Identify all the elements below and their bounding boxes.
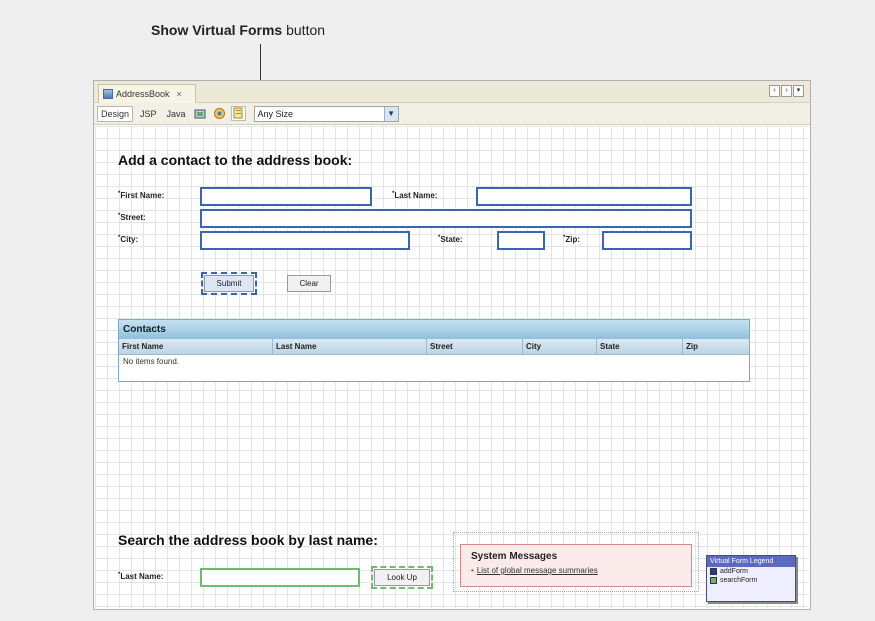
look-up-button[interactable]: Look Up bbox=[371, 566, 433, 589]
virtual-form-legend[interactable]: Virtual Form Legend addForm searchForm bbox=[706, 555, 796, 602]
search-last-name-label: *Last Name: bbox=[118, 572, 164, 581]
editor-toolbar: Design JSP Java Any Size ▼ bbox=[94, 103, 810, 125]
show-virtual-forms-icon[interactable] bbox=[230, 106, 246, 121]
column-street[interactable]: Street bbox=[427, 339, 523, 354]
column-last-name[interactable]: Last Name bbox=[273, 339, 427, 354]
add-contact-heading: Add a contact to the address book: bbox=[118, 152, 353, 168]
tab-addressbook[interactable]: AddressBook × bbox=[98, 84, 196, 103]
annotation-bold-text: Show Virtual Forms bbox=[151, 22, 283, 38]
system-messages-panel: System Messages • List of global message … bbox=[460, 544, 692, 587]
submit-button[interactable]: Submit bbox=[201, 272, 257, 295]
street-field[interactable] bbox=[200, 209, 692, 228]
searchform-swatch-icon bbox=[710, 577, 717, 584]
annotation-text: button bbox=[282, 22, 326, 38]
legend-item: searchForm bbox=[707, 576, 795, 585]
table-empty-message: No items found. bbox=[123, 357, 180, 366]
first-name-label: *First Name: bbox=[118, 191, 165, 200]
preview-icon[interactable] bbox=[193, 106, 208, 121]
search-heading: Search the address book by last name: bbox=[118, 532, 378, 548]
tab-bar: AddressBook × ‹ › ▾ bbox=[94, 81, 810, 103]
system-messages-title: System Messages bbox=[471, 551, 558, 562]
scroll-left-icon[interactable]: ‹ bbox=[769, 85, 780, 97]
window-controls: ‹ › ▾ bbox=[769, 85, 804, 97]
city-field[interactable] bbox=[200, 231, 410, 250]
scroll-right-icon[interactable]: › bbox=[781, 85, 792, 97]
state-field[interactable] bbox=[497, 231, 545, 250]
zip-label: *Zip: bbox=[563, 235, 581, 244]
view-jsp-button[interactable]: JSP bbox=[137, 107, 160, 121]
table-header-row: First Name Last Name Street City State Z… bbox=[119, 339, 749, 355]
tab-title: AddressBook bbox=[116, 89, 170, 99]
first-name-field[interactable] bbox=[200, 187, 372, 206]
design-canvas[interactable]: Add a contact to the address book: *Firs… bbox=[95, 126, 809, 608]
system-messages-item: • List of global message summaries bbox=[471, 566, 598, 575]
legend-title: Virtual Form Legend bbox=[707, 556, 795, 567]
annotation-callout: Show Virtual Forms button bbox=[151, 22, 325, 38]
zip-field[interactable] bbox=[602, 231, 692, 250]
last-name-label: *Last Name: bbox=[392, 191, 438, 200]
view-java-button[interactable]: Java bbox=[164, 107, 189, 121]
search-last-name-field[interactable] bbox=[200, 568, 360, 587]
table-title: Contacts bbox=[119, 320, 749, 339]
column-first-name[interactable]: First Name bbox=[119, 339, 273, 354]
street-label: *Street: bbox=[118, 213, 146, 222]
clear-button[interactable]: Clear bbox=[287, 275, 331, 292]
column-city[interactable]: City bbox=[523, 339, 597, 354]
addform-swatch-icon bbox=[710, 568, 717, 575]
refresh-icon[interactable] bbox=[212, 106, 227, 121]
chevron-down-icon: ▼ bbox=[383, 106, 398, 121]
legend-item: addForm bbox=[707, 567, 795, 576]
legend-item-label: searchForm bbox=[720, 577, 758, 584]
city-label: *City: bbox=[118, 235, 139, 244]
target-size-select[interactable]: Any Size ▼ bbox=[253, 105, 399, 122]
column-zip[interactable]: Zip bbox=[683, 339, 749, 354]
contacts-table: Contacts First Name Last Name Street Cit… bbox=[118, 319, 750, 382]
last-name-field[interactable] bbox=[476, 187, 692, 206]
state-label: *State: bbox=[438, 235, 463, 244]
bullet-icon: • bbox=[471, 566, 474, 575]
ide-editor-window: AddressBook × ‹ › ▾ Design JSP Java Any … bbox=[93, 80, 811, 610]
legend-item-label: addForm bbox=[720, 568, 749, 575]
view-design-button[interactable]: Design bbox=[97, 105, 134, 122]
size-select-value: Any Size bbox=[257, 108, 294, 119]
column-state[interactable]: State bbox=[597, 339, 683, 354]
close-icon[interactable]: × bbox=[177, 89, 182, 99]
page-icon bbox=[103, 89, 113, 99]
dropdown-icon[interactable]: ▾ bbox=[793, 85, 804, 97]
